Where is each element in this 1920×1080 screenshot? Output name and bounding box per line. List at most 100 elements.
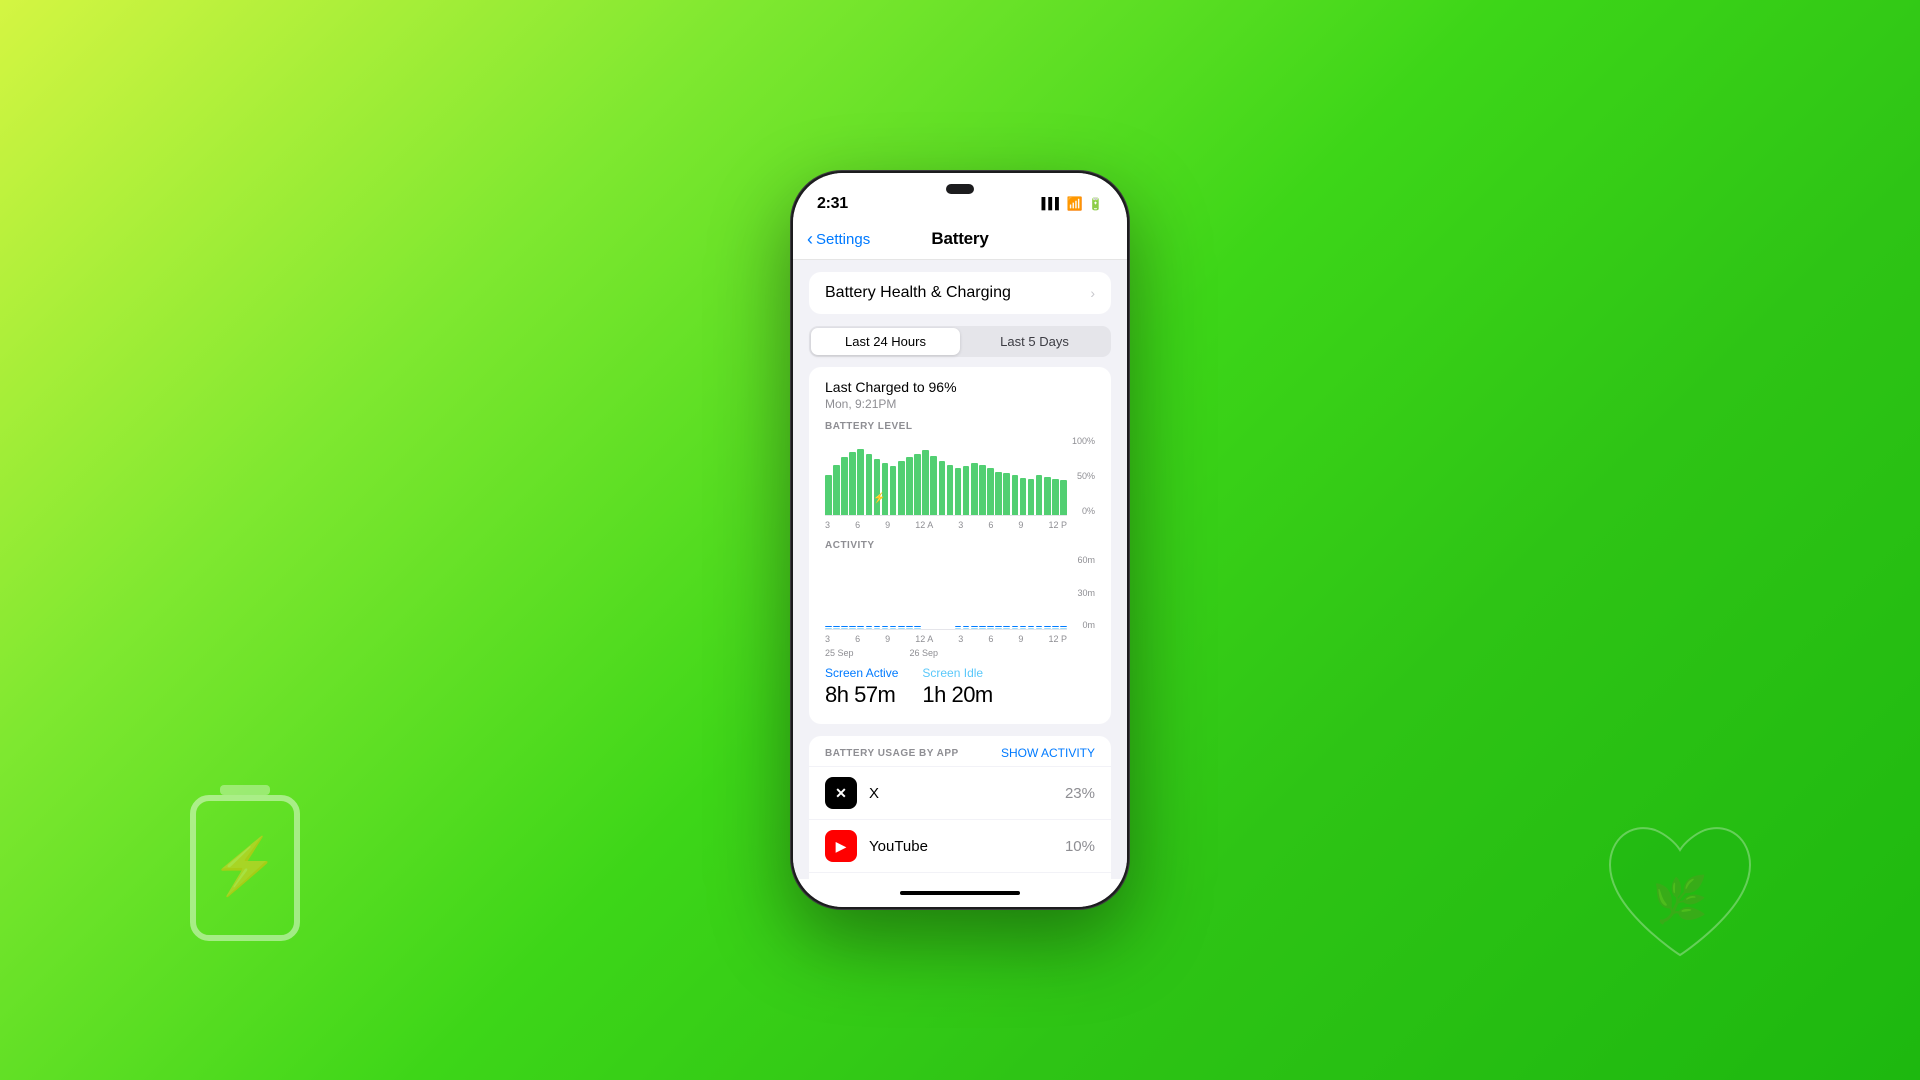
activity-bar-on-2 [841,626,848,627]
battery-health-label: Battery Health & Charging [825,284,1011,302]
last-charged-time: Mon, 9:21PM [825,397,1095,411]
scroll-content[interactable]: Battery Health & Charging › Last 24 Hour… [793,260,1127,879]
activity-bar-off-29 [1060,628,1067,629]
activity-bar-off-21 [995,628,1002,629]
home-indicator[interactable] [793,879,1127,907]
tab-24-hours[interactable]: Last 24 Hours [811,328,960,355]
activity-bar-off-7 [882,628,889,629]
activity-y-labels: 60m 30m 0m [1077,555,1095,630]
activity-bar-off-5 [866,628,873,629]
home-bar [900,891,1020,895]
youtube-app-name: YouTube [869,838,1053,855]
bg-heart-decoration: 🌿 [1590,800,1770,985]
activity-bar-on-7 [882,626,889,627]
date-label-26sep: 26 Sep [910,648,939,658]
y-label-60m: 60m [1077,555,1095,565]
wifi-icon: 📶 [1067,196,1083,212]
screen-active-stat: Screen Active 8h 57m [825,666,898,708]
battery-bar-11 [914,454,921,515]
activity-x-labels: 3 6 9 12 A 3 6 9 12 P [825,634,1095,644]
battery-health-row[interactable]: Battery Health & Charging › [809,272,1111,314]
status-icons: ▌▌▌ 📶 🔋 [1041,196,1103,212]
tab-5-days[interactable]: Last 5 Days [960,328,1109,355]
activity-bar-off-28 [1052,628,1059,629]
battery-level-chart: 100% 50% 0% ⚡ [825,436,1095,516]
battery-bar-22 [1003,473,1010,515]
x-app-percent: 23% [1065,785,1095,802]
activity-bar-on-5 [866,626,873,627]
bg-battery-decoration: ⚡ [185,780,305,950]
y-label-100: 100% [1072,436,1095,446]
battery-bar-1 [833,465,840,515]
app-row-flipkart[interactable]: F Flipkart 9% [809,872,1111,879]
screen-idle-stat: Screen Idle 1h 20m [922,666,992,708]
chevron-right-icon: › [1090,285,1095,301]
battery-bar-9 [898,461,905,515]
back-label[interactable]: Settings [816,231,870,248]
back-chevron-icon: ‹ [807,229,813,250]
activity-bar-off-4 [857,628,864,629]
youtube-app-percent: 10% [1065,838,1095,855]
activity-bar-off-26 [1036,628,1043,629]
battery-bar-17 [963,466,970,515]
signal-icon: ▌▌▌ [1041,198,1061,210]
battery-level-chart-label: BATTERY LEVEL [825,421,1095,432]
battery-bar-24 [1020,478,1027,515]
status-time: 2:31 [817,195,848,213]
battery-bar-18 [971,463,978,515]
battery-bar-0 [825,475,832,515]
x-label-3am: 3 [825,520,830,530]
battery-usage-section: BATTERY USAGE BY APP SHOW ACTIVITY ✕ X 2… [809,736,1111,879]
battery-bar-28 [1052,479,1059,515]
battery-bar-19 [979,465,986,515]
battery-y-labels: 100% 50% 0% [1072,436,1095,516]
act-x-9: 9 [885,634,890,644]
back-button[interactable]: ‹ Settings [807,229,870,250]
battery-bar-20 [987,468,994,515]
x-label-9pm: 9 [1018,520,1023,530]
screen-active-label: Screen Active [825,666,898,680]
battery-icon: 🔋 [1088,197,1103,211]
x-label-12a: 12 A [915,520,933,530]
activity-bar-off-9 [898,628,905,629]
battery-bar-25 [1028,479,1035,515]
time-range-tabs: Last 24 Hours Last 5 Days [809,326,1111,357]
activity-bar-on-24 [1020,626,1027,627]
status-bar: 2:31 ▌▌▌ 📶 🔋 [793,173,1127,221]
act-x-3: 3 [825,634,830,644]
y-label-30m: 30m [1077,588,1095,598]
last-charged-label: Last Charged to 96% [825,379,1095,395]
battery-bar-13 [930,456,937,515]
youtube-app-icon: ▶ [825,830,857,862]
x-label-12p: 12 P [1048,520,1067,530]
page-title: Battery [931,229,988,249]
date-label-25sep: 25 Sep [825,648,854,658]
activity-bar-off-2 [841,628,848,629]
activity-bar-on-8 [890,626,897,627]
show-activity-button[interactable]: SHOW ACTIVITY [1001,746,1095,760]
battery-bar-2 [841,457,848,515]
activity-bar-on-23 [1012,626,1019,627]
battery-bar-5 [866,454,873,515]
screen-idle-label: Screen Idle [922,666,992,680]
app-row-x[interactable]: ✕ X 23% [809,766,1111,819]
activity-bar-off-0 [825,628,832,629]
activity-bar-on-26 [1036,626,1043,627]
activity-bar-on-25 [1028,626,1035,627]
app-row-youtube[interactable]: ▶ YouTube 10% [809,819,1111,872]
phone-frame: 2:31 ▌▌▌ 📶 🔋 ‹ Settings Battery Battery … [790,170,1130,910]
act-x-6: 6 [855,634,860,644]
activity-bar-off-6 [874,628,881,629]
activity-bar-on-4 [857,626,864,627]
x-app-icon: ✕ [825,777,857,809]
activity-bar-off-16 [955,628,962,629]
activity-bar-on-10 [906,626,913,627]
activity-bar-off-23 [1012,628,1019,629]
x-label-9am: 9 [885,520,890,530]
activity-bars [825,555,1067,630]
screen-active-value: 8h 57m [825,682,898,708]
navigation-bar: ‹ Settings Battery [793,221,1127,260]
battery-bar-15 [947,465,954,515]
act-x-12a: 12 A [915,634,933,644]
battery-bar-3 [849,452,856,515]
